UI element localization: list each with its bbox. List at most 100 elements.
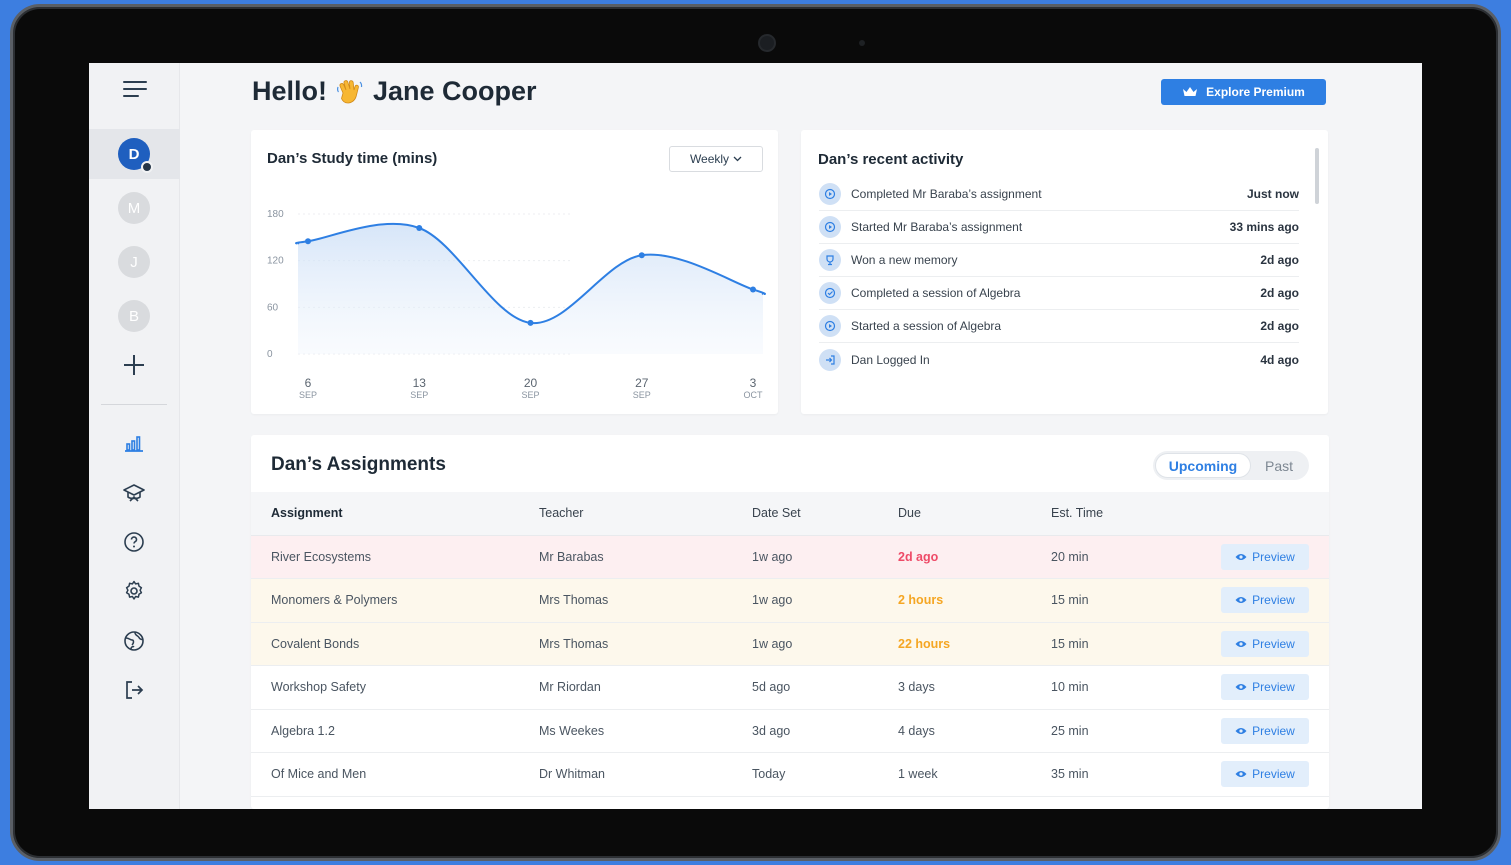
table-header-row: Assignment Teacher Date Set Due Est. Tim…	[251, 492, 1329, 536]
activity-time: 2d ago	[1260, 253, 1299, 267]
preview-cell: Preview	[1201, 578, 1329, 623]
preview-button[interactable]: Preview	[1221, 543, 1309, 570]
activity-text: Completed Mr Baraba’s assignment	[851, 187, 1042, 201]
graduation-cap-icon[interactable]	[122, 481, 146, 505]
est-time: 15 min	[1051, 622, 1201, 666]
preview-button[interactable]: Preview	[1221, 717, 1309, 744]
activity-item: Dan Logged In 4d ago	[819, 343, 1299, 376]
due-value: 1 week	[898, 752, 1051, 797]
avatar-student-m[interactable]: M	[118, 192, 150, 224]
avatar-student-j[interactable]: J	[118, 246, 150, 278]
globe-icon[interactable]	[122, 629, 146, 653]
preview-label: Preview	[1252, 767, 1295, 782]
column-header: Assignment	[251, 492, 539, 536]
date-set: 1w ago	[752, 622, 898, 666]
logout-icon[interactable]	[122, 678, 146, 702]
study-time-chart: 0601201806SEP13SEP20SEP27SEP3OCT	[267, 209, 766, 400]
column-header: Teacher	[539, 492, 752, 536]
table-row[interactable]: Monomers & Polymers Mrs Thomas 1w ago 2 hou…	[251, 578, 1329, 623]
activity-item: Started a session of Algebra 2d ago	[819, 310, 1299, 343]
teacher-name: Mr Riordan	[539, 665, 752, 710]
waving-hand-icon	[337, 79, 363, 103]
chevron-down-icon	[733, 156, 742, 162]
table-row[interactable]: Covalent Bonds Mrs Thomas 1w ago 22 hours 15…	[251, 622, 1329, 666]
est-time: 25 min	[1051, 709, 1201, 753]
crown-icon	[1183, 87, 1198, 96]
table-row[interactable]: Of Mice and Men Dr Whitman Today 1 week 35 m…	[251, 752, 1329, 797]
add-student-icon[interactable]	[122, 353, 146, 377]
preview-cell: Preview	[1201, 752, 1329, 797]
tab-upcoming[interactable]: Upcoming	[1155, 453, 1251, 478]
eye-icon	[1235, 640, 1247, 647]
check-badge-icon	[141, 161, 153, 173]
x-tick-day: 3	[750, 376, 757, 390]
range-dropdown[interactable]: Weekly	[669, 146, 763, 172]
avatar-student-d[interactable]: D	[118, 138, 153, 173]
assignment-name: Algebra 1.2	[251, 709, 539, 753]
menu-icon[interactable]	[123, 81, 147, 99]
date-set: 3d ago	[752, 709, 898, 753]
date-set: 1w ago	[752, 578, 898, 623]
preview-button[interactable]: Preview	[1221, 674, 1309, 701]
data-point[interactable]	[416, 225, 423, 231]
avatar-initial: M	[127, 199, 141, 217]
assignment-name: Workshop Safety	[251, 665, 539, 710]
sensor	[859, 40, 865, 46]
login-icon	[819, 348, 841, 371]
bar-chart-icon[interactable]	[122, 431, 146, 455]
activity-time: 4d ago	[1260, 352, 1299, 367]
preview-button[interactable]: Preview	[1221, 587, 1309, 614]
table-row[interactable]: River Ecosystems Mr Barabas 1w ago 2d ago 20…	[251, 535, 1329, 579]
table-row[interactable]: Workshop Safety Mr Riordan 5d ago 3 days 10 …	[251, 665, 1329, 710]
due-value: 2 hours	[898, 578, 1051, 623]
preview-button[interactable]: Preview	[1221, 761, 1309, 788]
teacher-name: Mr Barabas	[539, 535, 752, 579]
eye-icon	[1235, 684, 1247, 691]
teacher-name: Dr Whitman	[539, 752, 752, 797]
preview-button[interactable]: Preview	[1221, 630, 1309, 657]
eye-icon	[1235, 597, 1247, 604]
data-point[interactable]	[527, 319, 534, 326]
data-point[interactable]	[750, 286, 756, 293]
data-point[interactable]	[638, 252, 645, 259]
y-tick-label: 0	[267, 349, 273, 360]
teacher-name: Ms Weekes	[539, 709, 752, 753]
sidebar: D M J B	[89, 63, 180, 809]
x-tick-day: 27	[635, 376, 649, 390]
activity-time: 2d ago	[1260, 319, 1299, 333]
column-header-actions	[1201, 492, 1329, 536]
study-time-card: Dan’s Study time (mins) Weekly 0 60 120 180…	[251, 130, 778, 414]
x-tick-month: SEP	[299, 390, 317, 400]
avatar-student-b[interactable]: B	[118, 300, 150, 332]
activity-text: Started Mr Baraba’s assignment	[851, 220, 1023, 234]
eye-icon	[1235, 553, 1247, 560]
avatar-initial: D	[128, 145, 140, 163]
due-value: 22 hours	[898, 622, 1051, 666]
x-tick-day: 6	[305, 376, 312, 390]
preview-cell: Preview	[1201, 665, 1329, 710]
activity-text: Completed a session of Algebra	[851, 286, 1021, 300]
activity-item: Started Mr Baraba’s assignment 33 mins ag…	[819, 211, 1299, 244]
x-tick-month: SEP	[410, 390, 428, 400]
activity-time: 2d ago	[1260, 286, 1299, 300]
table-row[interactable]: Algebra 1.2 Ms Weekes 3d ago 4 days 25 min Pr…	[251, 709, 1329, 753]
activity-text: Dan Logged In	[851, 352, 930, 367]
column-header: Date Set	[752, 492, 898, 536]
check-icon	[819, 282, 841, 304]
x-tick-day: 20	[524, 376, 538, 390]
trophy-icon	[819, 249, 841, 271]
eye-icon	[1235, 727, 1247, 734]
help-icon[interactable]	[122, 530, 146, 554]
settings-icon[interactable]	[122, 579, 146, 603]
data-point[interactable]	[305, 238, 311, 245]
range-value: Weekly	[689, 152, 730, 166]
series-area	[296, 223, 765, 354]
eye-icon	[1235, 771, 1247, 778]
avatar-initial: J	[130, 253, 138, 271]
tab-past[interactable]: Past	[1251, 453, 1307, 478]
x-tick-month: SEP	[521, 390, 539, 400]
assignments-table-body: River Ecosystems Mr Barabas 1w ago 2d ago 20…	[251, 535, 1329, 797]
assignments-table: Assignment Teacher Date Set Due Est. Tim…	[251, 492, 1329, 797]
activity-scrollbar[interactable]	[1315, 148, 1319, 204]
explore-premium-button[interactable]: Explore Premium	[1161, 79, 1326, 105]
